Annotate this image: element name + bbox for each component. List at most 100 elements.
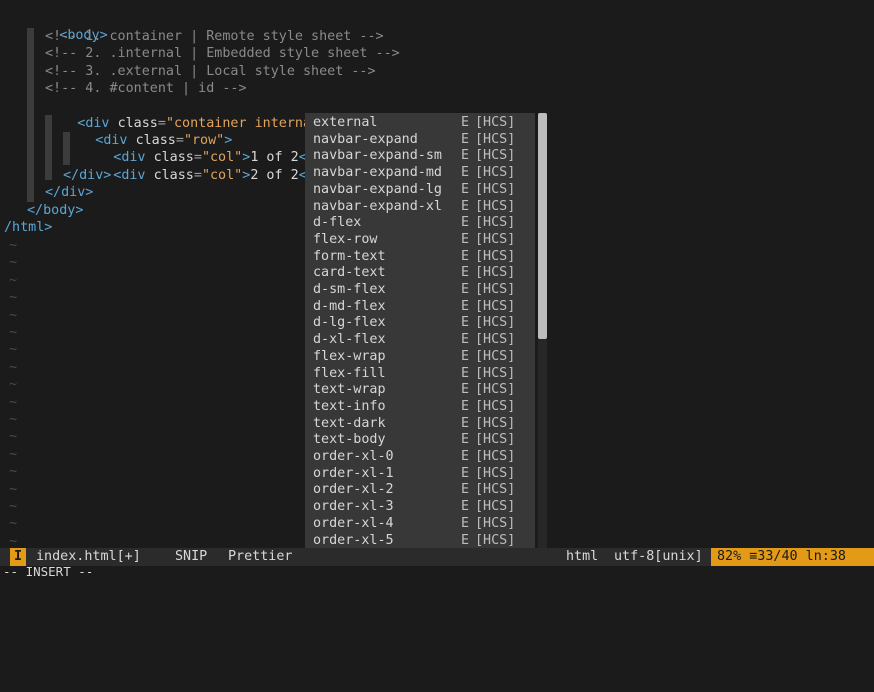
- completion-source: [HCS]: [475, 432, 516, 448]
- completion-item[interactable]: order-xl-2 E [HCS]: [305, 481, 535, 498]
- encoding: utf-8[unix]: [614, 549, 703, 564]
- empty-line-tilde: ~: [9, 307, 18, 323]
- completion-word: navbar-expand-xl: [313, 198, 442, 214]
- completion-kind: E: [461, 215, 470, 231]
- completion-item[interactable]: flex-row E [HCS]: [305, 231, 535, 248]
- completion-source: [HCS]: [475, 348, 516, 364]
- autocomplete-popup[interactable]: external E [HCS] navbar-expand E [HCS] navbar-…: [305, 113, 535, 548]
- completion-word: order-xl-4: [313, 515, 394, 531]
- completion-item[interactable]: flex-wrap E [HCS]: [305, 348, 535, 365]
- completion-source: [HCS]: [475, 532, 516, 548]
- empty-line-tilde: ~: [9, 325, 18, 340]
- completion-kind: E: [461, 499, 470, 515]
- completion-word: navbar-expand-lg: [313, 181, 442, 197]
- completion-item[interactable]: navbar-expand-md E [HCS]: [305, 164, 535, 181]
- status-bar: I index.html[+] SNIP Prettier html utf-8…: [0, 548, 874, 566]
- completion-item[interactable]: text-dark E [HCS]: [305, 415, 535, 432]
- completion-kind: E: [461, 282, 470, 297]
- completion-item[interactable]: flex-fill E [HCS]: [305, 365, 535, 382]
- empty-line-tilde: ~: [9, 238, 18, 253]
- comment-line-3: <!-- 3. .external | Local style sheet --…: [45, 64, 376, 79]
- completion-word: navbar-expand: [313, 131, 418, 147]
- completion-word: card-text: [313, 265, 386, 281]
- completion-kind: E: [461, 148, 470, 164]
- empty-line-tilde: ~: [9, 255, 18, 271]
- completion-word: order-xl-3: [313, 499, 394, 515]
- completion-word: d-flex: [313, 215, 362, 231]
- completion-item[interactable]: navbar-expand-sm E [HCS]: [305, 147, 535, 164]
- completion-item[interactable]: navbar-expand-lg E [HCS]: [305, 181, 535, 198]
- autocomplete-scrollbar-thumb[interactable]: [538, 113, 547, 339]
- completion-kind: E: [461, 315, 470, 331]
- completion-kind: E: [461, 398, 470, 414]
- empty-line-tilde: ~: [9, 499, 18, 514]
- completion-item[interactable]: d-lg-flex E [HCS]: [305, 314, 535, 331]
- completion-kind: E: [461, 382, 470, 398]
- completion-item[interactable]: navbar-expand E [HCS]: [305, 131, 535, 148]
- completion-item[interactable]: d-md-flex E [HCS]: [305, 298, 535, 315]
- completion-item[interactable]: order-xl-4 E [HCS]: [305, 515, 535, 532]
- completion-source: [HCS]: [475, 165, 516, 181]
- completion-source: [HCS]: [475, 499, 516, 515]
- completion-item[interactable]: order-xl-1 E [HCS]: [305, 465, 535, 482]
- completion-item[interactable]: card-text E [HCS]: [305, 264, 535, 281]
- comment-line-1: <!-- 1. container | Remote style sheet -…: [45, 29, 384, 44]
- completion-item[interactable]: text-body E [HCS]: [305, 431, 535, 448]
- completion-kind: E: [461, 482, 470, 498]
- completion-source: [HCS]: [475, 449, 516, 464]
- completion-kind: E: [461, 365, 470, 381]
- completion-word: d-md-flex: [313, 298, 386, 314]
- completion-word: order-xl-1: [313, 465, 394, 481]
- command-line: -- INSERT --: [0, 565, 874, 578]
- completion-item[interactable]: order-xl-0 E [HCS]: [305, 448, 535, 465]
- completion-source: [HCS]: [475, 298, 516, 314]
- completion-word: order-xl-2: [313, 482, 394, 498]
- completion-source: [HCS]: [475, 115, 516, 130]
- completion-item[interactable]: d-flex E [HCS]: [305, 214, 535, 231]
- autocomplete-scrollbar[interactable]: [538, 113, 547, 548]
- completion-item[interactable]: navbar-expand-xl E [HCS]: [305, 198, 535, 215]
- empty-line-tilde: ~: [9, 377, 18, 393]
- completion-kind: E: [461, 131, 470, 147]
- completion-word: d-lg-flex: [313, 315, 386, 331]
- completion-source: [HCS]: [475, 365, 516, 381]
- col-text: 2 of 2: [250, 168, 299, 184]
- code-line-col-1: <div class="col">1 of 2</d: [81, 132, 323, 165]
- empty-line-tilde: ~: [9, 481, 18, 497]
- completion-source: [HCS]: [475, 382, 516, 398]
- completion-word: order-xl-0: [313, 449, 394, 464]
- completion-kind: E: [461, 298, 470, 314]
- class-attr: class: [153, 168, 194, 184]
- completion-kind: E: [461, 415, 470, 431]
- completion-item[interactable]: form-text E [HCS]: [305, 248, 535, 265]
- completion-kind: E: [461, 198, 470, 214]
- completion-source: [HCS]: [475, 465, 516, 481]
- completion-word: navbar-expand-sm: [313, 148, 442, 164]
- prettier-indicator: Prettier: [228, 549, 293, 564]
- completion-kind: E: [461, 465, 470, 481]
- empty-line-tilde: ~: [9, 394, 18, 410]
- completion-source: [HCS]: [475, 248, 516, 264]
- completion-source: [HCS]: [475, 315, 516, 331]
- completion-item[interactable]: text-info E [HCS]: [305, 398, 535, 415]
- completion-item[interactable]: d-xl-flex E [HCS]: [305, 331, 535, 348]
- completion-item[interactable]: order-xl-3 E [HCS]: [305, 498, 535, 515]
- completion-source: [HCS]: [475, 415, 516, 431]
- completion-kind: E: [461, 231, 470, 247]
- completion-kind: E: [461, 181, 470, 197]
- completion-word: form-text: [313, 248, 386, 264]
- completion-item[interactable]: text-wrap E [HCS]: [305, 381, 535, 398]
- empty-line-tilde: ~: [9, 464, 18, 480]
- completion-kind: E: [461, 532, 470, 548]
- completion-item[interactable]: external E [HCS]: [305, 114, 535, 131]
- completion-source: [HCS]: [475, 332, 516, 348]
- completion-kind: E: [461, 248, 470, 264]
- completion-kind: E: [461, 449, 470, 464]
- comment-line-2: <!-- 2. .internal | Embedded style sheet…: [45, 46, 400, 61]
- completion-kind: E: [461, 332, 470, 348]
- snip-indicator: SNIP: [175, 549, 208, 564]
- empty-line-tilde: ~: [9, 342, 18, 358]
- completion-item[interactable]: d-sm-flex E [HCS]: [305, 281, 535, 298]
- completion-kind: E: [461, 265, 470, 281]
- completion-item[interactable]: order-xl-5 E [HCS]: [305, 532, 535, 549]
